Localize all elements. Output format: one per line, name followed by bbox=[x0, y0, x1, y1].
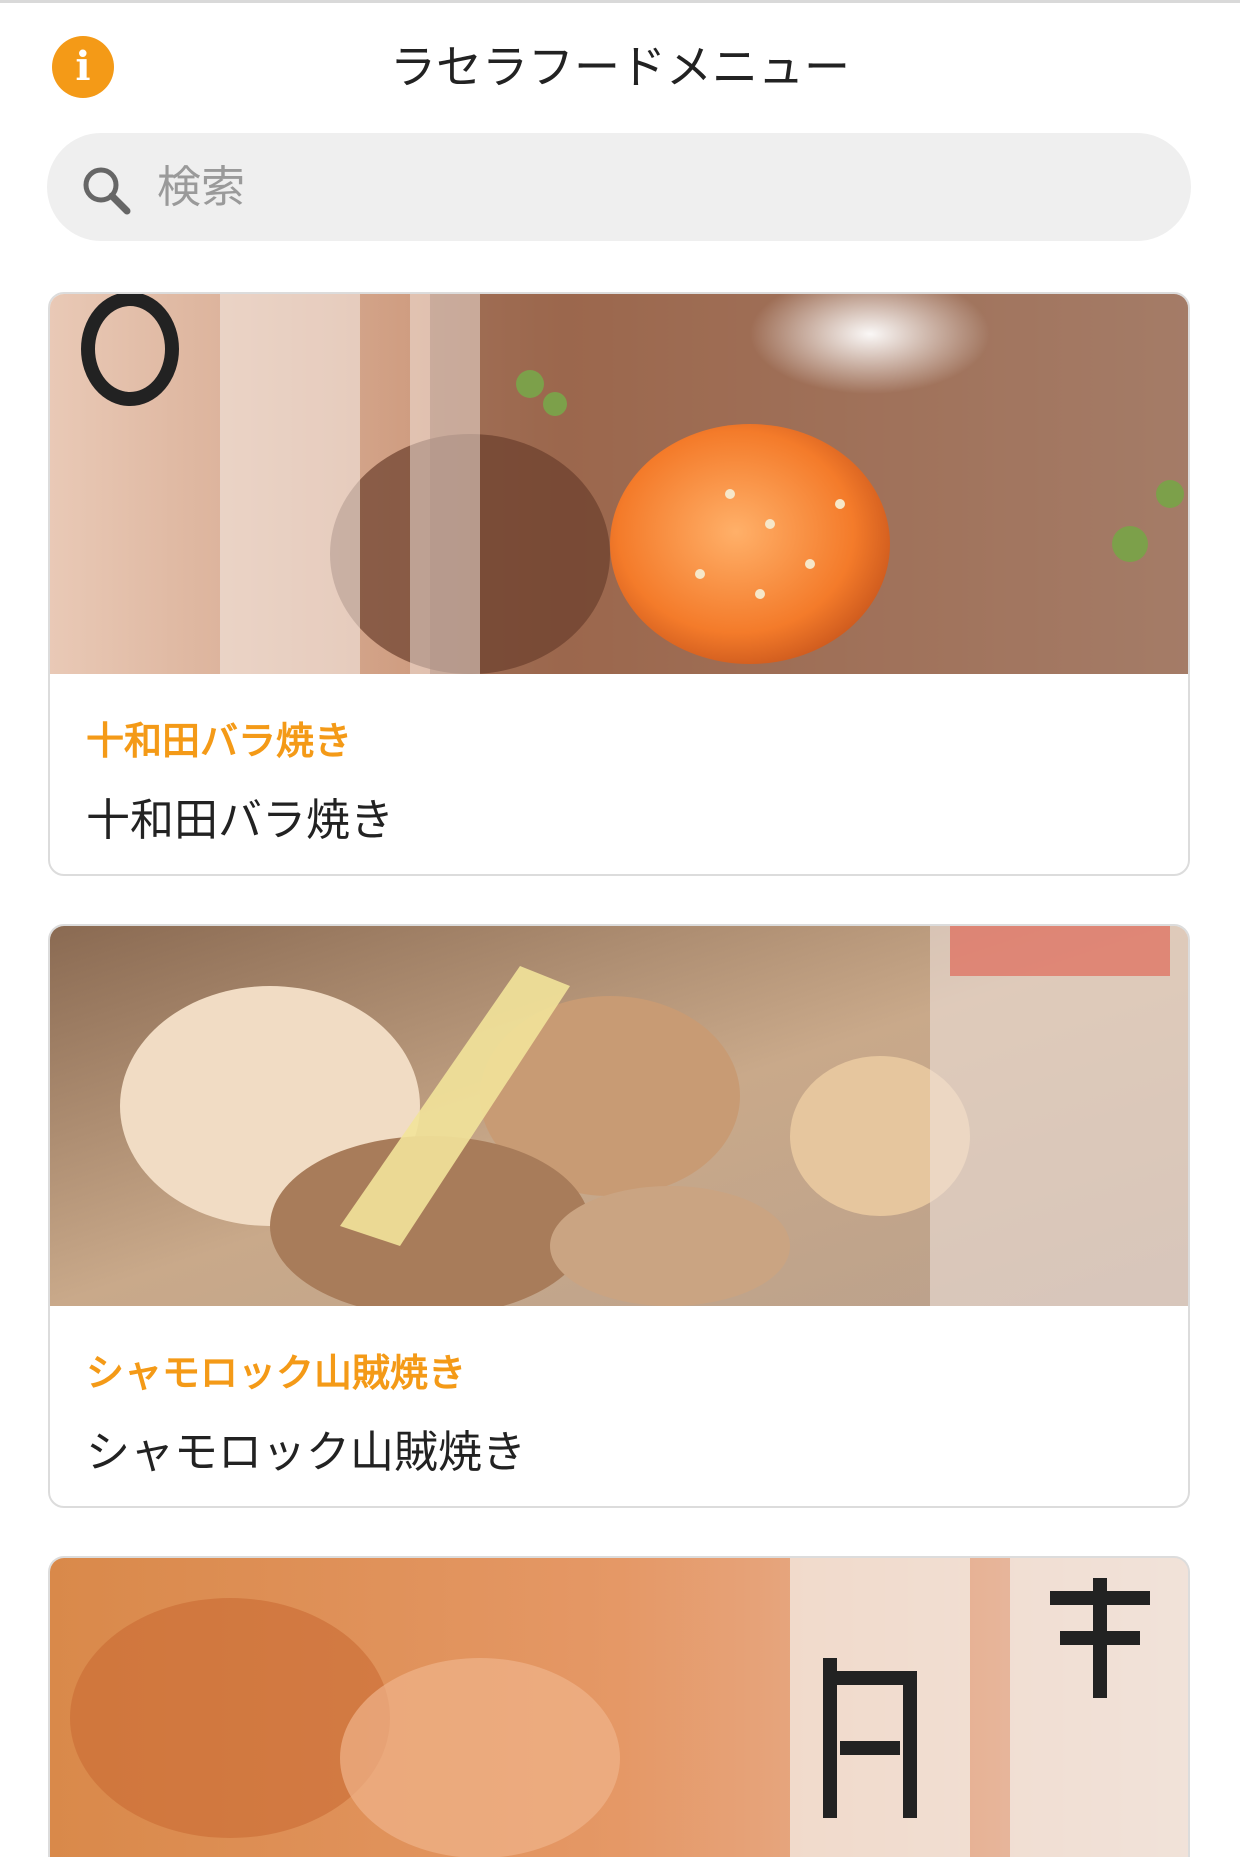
menu-item-category: シャモロック山賊焼き bbox=[86, 1351, 467, 1395]
search-icon bbox=[83, 167, 131, 215]
page-title: ラセラフードメニュー bbox=[390, 40, 850, 94]
app-header: i ラセラフードメニュー bbox=[0, 3, 1240, 123]
search-input[interactable] bbox=[157, 133, 1157, 241]
menu-item-photo bbox=[50, 294, 1188, 674]
menu-item-photo bbox=[50, 926, 1188, 1306]
menu-item-photo bbox=[50, 1558, 1188, 1857]
menu-item-category: 十和田バラ焼き bbox=[86, 719, 353, 763]
menu-item-name: 十和田バラ焼き bbox=[86, 795, 394, 846]
menu-item-name: シャモロック山賊焼き bbox=[86, 1427, 526, 1478]
menu-card-body: シャモロック山賊焼き シャモロック山賊焼き bbox=[50, 1306, 1188, 1506]
menu-card-body: 十和田バラ焼き 十和田バラ焼き bbox=[50, 674, 1188, 874]
menu-card-2[interactable]: シャモロック山賊焼き シャモロック山賊焼き bbox=[48, 924, 1190, 1508]
menu-card-1[interactable]: 十和田バラ焼き 十和田バラ焼き bbox=[48, 292, 1190, 876]
search-bar[interactable] bbox=[47, 133, 1191, 241]
menu-card-3[interactable] bbox=[48, 1556, 1190, 1857]
